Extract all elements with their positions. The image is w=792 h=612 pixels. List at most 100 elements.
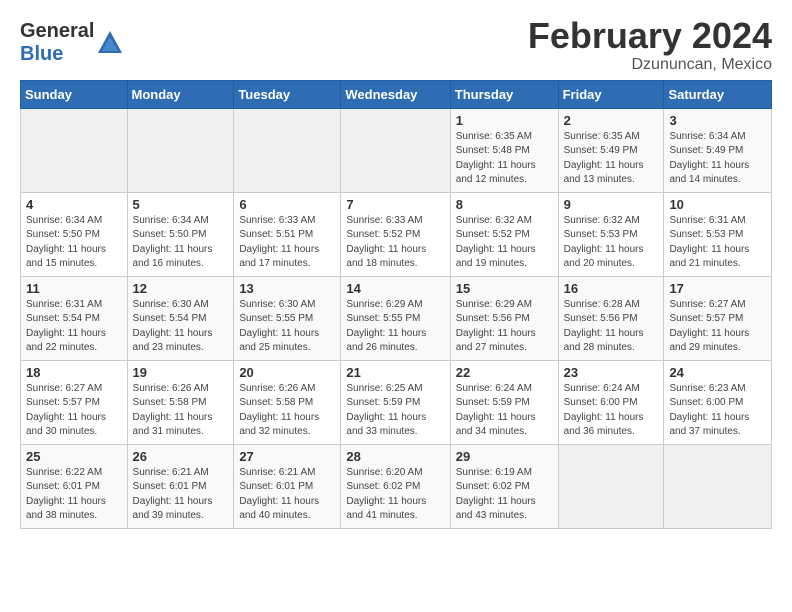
day-info: Sunrise: 6:19 AM Sunset: 6:02 PM Dayligh…: [456, 466, 553, 524]
day-info: Sunrise: 6:20 AM Sunset: 6:02 PM Dayligh…: [346, 466, 444, 524]
calendar-cell: 18Sunrise: 6:27 AM Sunset: 5:57 PM Dayli…: [21, 360, 128, 444]
calendar-cell: 22Sunrise: 6:24 AM Sunset: 5:59 PM Dayli…: [450, 360, 558, 444]
day-info: Sunrise: 6:24 AM Sunset: 5:59 PM Dayligh…: [456, 382, 553, 440]
calendar-cell: 8 Sunrise: 6:32 AM Sunset: 5:52 PM Daylig…: [450, 192, 558, 276]
day-number: 7: [346, 197, 444, 212]
day-number: 19: [133, 365, 229, 380]
day-info: Sunrise: 6:35 AM Sunset: 5:48 PM Dayligh…: [456, 130, 553, 188]
day-info: Sunrise: 6:26 AM Sunset: 5:58 PM Dayligh…: [239, 382, 335, 440]
day-info: Sunrise: 6:33 AM Sunset: 5:52 PM Dayligh…: [346, 214, 444, 272]
day-info: Sunrise: 6:30 AM Sunset: 5:54 PM Dayligh…: [133, 298, 229, 356]
calendar-cell: 3 Sunrise: 6:34 AM Sunset: 5:49 PM Daylig…: [664, 108, 772, 192]
calendar-cell: 1Sunrise: 6:35 AM Sunset: 5:48 PM Daylig…: [450, 108, 558, 192]
logo-icon: [96, 29, 124, 57]
day-info: Sunrise: 6:32 AM Sunset: 5:52 PM Dayligh…: [456, 214, 553, 272]
day-header-saturday: Saturday: [664, 80, 772, 108]
day-info: Sunrise: 6:22 AM Sunset: 6:01 PM Dayligh…: [26, 466, 122, 524]
calendar-week-row: 25 Sunrise: 6:22 AM Sunset: 6:01 PM Dayli…: [21, 444, 772, 528]
calendar-cell: 17 Sunrise: 6:27 AM Sunset: 5:57 PM Dayli…: [664, 276, 772, 360]
day-number: 21: [346, 365, 444, 380]
calendar-week-row: 1Sunrise: 6:35 AM Sunset: 5:48 PM Daylig…: [21, 108, 772, 192]
day-number: 24: [669, 365, 766, 380]
day-info: Sunrise: 6:34 AM Sunset: 5:50 PM Dayligh…: [133, 214, 229, 272]
calendar-cell: [341, 108, 450, 192]
day-info: Sunrise: 6:27 AM Sunset: 5:57 PM Dayligh…: [26, 382, 122, 440]
calendar-cell: 4 Sunrise: 6:34 AM Sunset: 5:50 PM Daylig…: [21, 192, 128, 276]
day-number: 16: [564, 281, 659, 296]
calendar-cell: 20 Sunrise: 6:26 AM Sunset: 5:58 PM Dayli…: [234, 360, 341, 444]
day-info: Sunrise: 6:31 AM Sunset: 5:54 PM Dayligh…: [26, 298, 122, 356]
calendar-cell: 12 Sunrise: 6:30 AM Sunset: 5:54 PM Dayli…: [127, 276, 234, 360]
day-number: 29: [456, 449, 553, 464]
day-header-sunday: Sunday: [21, 80, 128, 108]
day-info: Sunrise: 6:34 AM Sunset: 5:50 PM Dayligh…: [26, 214, 122, 272]
day-info: Sunrise: 6:28 AM Sunset: 5:56 PM Dayligh…: [564, 298, 659, 356]
day-number: 9: [564, 197, 659, 212]
day-number: 28: [346, 449, 444, 464]
day-number: 23: [564, 365, 659, 380]
calendar-cell: [234, 108, 341, 192]
day-number: 15: [456, 281, 553, 296]
logo-general: General: [20, 20, 94, 42]
calendar-cell: [558, 444, 664, 528]
day-header-wednesday: Wednesday: [341, 80, 450, 108]
calendar-cell: 11 Sunrise: 6:31 AM Sunset: 5:54 PM Dayli…: [21, 276, 128, 360]
calendar-cell: [21, 108, 128, 192]
logo: General Blue: [20, 20, 124, 66]
calendar-cell: 9 Sunrise: 6:32 AM Sunset: 5:53 PM Daylig…: [558, 192, 664, 276]
day-info: Sunrise: 6:25 AM Sunset: 5:59 PM Dayligh…: [346, 382, 444, 440]
day-number: 17: [669, 281, 766, 296]
day-info: Sunrise: 6:23 AM Sunset: 6:00 PM Dayligh…: [669, 382, 766, 440]
calendar-cell: 15 Sunrise: 6:29 AM Sunset: 5:56 PM Dayli…: [450, 276, 558, 360]
day-header-tuesday: Tuesday: [234, 80, 341, 108]
calendar-cell: 28 Sunrise: 6:20 AM Sunset: 6:02 PM Dayli…: [341, 444, 450, 528]
calendar-cell: 2Sunrise: 6:35 AM Sunset: 5:49 PM Daylig…: [558, 108, 664, 192]
day-info: Sunrise: 6:34 AM Sunset: 5:49 PM Dayligh…: [669, 130, 766, 188]
calendar-table: SundayMondayTuesdayWednesdayThursdayFrid…: [20, 80, 772, 529]
calendar-cell: 23 Sunrise: 6:24 AM Sunset: 6:00 PM Dayli…: [558, 360, 664, 444]
day-number: 10: [669, 197, 766, 212]
calendar-cell: [664, 444, 772, 528]
calendar-cell: 14 Sunrise: 6:29 AM Sunset: 5:55 PM Dayli…: [341, 276, 450, 360]
day-number: 4: [26, 197, 122, 212]
day-number: 20: [239, 365, 335, 380]
calendar-cell: 5 Sunrise: 6:34 AM Sunset: 5:50 PM Daylig…: [127, 192, 234, 276]
day-info: Sunrise: 6:21 AM Sunset: 6:01 PM Dayligh…: [133, 466, 229, 524]
calendar-week-row: 11 Sunrise: 6:31 AM Sunset: 5:54 PM Dayli…: [21, 276, 772, 360]
logo-blue: Blue: [20, 43, 63, 65]
day-number: 14: [346, 281, 444, 296]
calendar-cell: [127, 108, 234, 192]
day-info: Sunrise: 6:33 AM Sunset: 5:51 PM Dayligh…: [239, 214, 335, 272]
calendar-cell: 29 Sunrise: 6:19 AM Sunset: 6:02 PM Dayli…: [450, 444, 558, 528]
day-header-friday: Friday: [558, 80, 664, 108]
day-info: Sunrise: 6:26 AM Sunset: 5:58 PM Dayligh…: [133, 382, 229, 440]
day-info: Sunrise: 6:32 AM Sunset: 5:53 PM Dayligh…: [564, 214, 659, 272]
calendar-week-row: 4 Sunrise: 6:34 AM Sunset: 5:50 PM Daylig…: [21, 192, 772, 276]
day-info: Sunrise: 6:29 AM Sunset: 5:55 PM Dayligh…: [346, 298, 444, 356]
logo-wordmark: General Blue: [20, 20, 94, 66]
location-title: Dzununcan, Mexico: [528, 56, 772, 74]
title-area: February 2024 Dzununcan, Mexico: [528, 16, 772, 74]
day-info: Sunrise: 6:21 AM Sunset: 6:01 PM Dayligh…: [239, 466, 335, 524]
day-number: 3: [669, 113, 766, 128]
day-info: Sunrise: 6:31 AM Sunset: 5:53 PM Dayligh…: [669, 214, 766, 272]
day-info: Sunrise: 6:27 AM Sunset: 5:57 PM Dayligh…: [669, 298, 766, 356]
calendar-cell: 24 Sunrise: 6:23 AM Sunset: 6:00 PM Dayli…: [664, 360, 772, 444]
day-number: 26: [133, 449, 229, 464]
day-number: 13: [239, 281, 335, 296]
day-number: 5: [133, 197, 229, 212]
day-number: 25: [26, 449, 122, 464]
day-info: Sunrise: 6:24 AM Sunset: 6:00 PM Dayligh…: [564, 382, 659, 440]
day-info: Sunrise: 6:35 AM Sunset: 5:49 PM Dayligh…: [564, 130, 659, 188]
calendar-cell: 16 Sunrise: 6:28 AM Sunset: 5:56 PM Dayli…: [558, 276, 664, 360]
day-number: 12: [133, 281, 229, 296]
day-info: Sunrise: 6:30 AM Sunset: 5:55 PM Dayligh…: [239, 298, 335, 356]
day-number: 11: [26, 281, 122, 296]
day-number: 8: [456, 197, 553, 212]
calendar-cell: 26 Sunrise: 6:21 AM Sunset: 6:01 PM Dayli…: [127, 444, 234, 528]
calendar-cell: 25 Sunrise: 6:22 AM Sunset: 6:01 PM Dayli…: [21, 444, 128, 528]
day-header-thursday: Thursday: [450, 80, 558, 108]
calendar-cell: 27Sunrise: 6:21 AM Sunset: 6:01 PM Dayli…: [234, 444, 341, 528]
calendar-cell: 13 Sunrise: 6:30 AM Sunset: 5:55 PM Dayli…: [234, 276, 341, 360]
day-info: Sunrise: 6:29 AM Sunset: 5:56 PM Dayligh…: [456, 298, 553, 356]
